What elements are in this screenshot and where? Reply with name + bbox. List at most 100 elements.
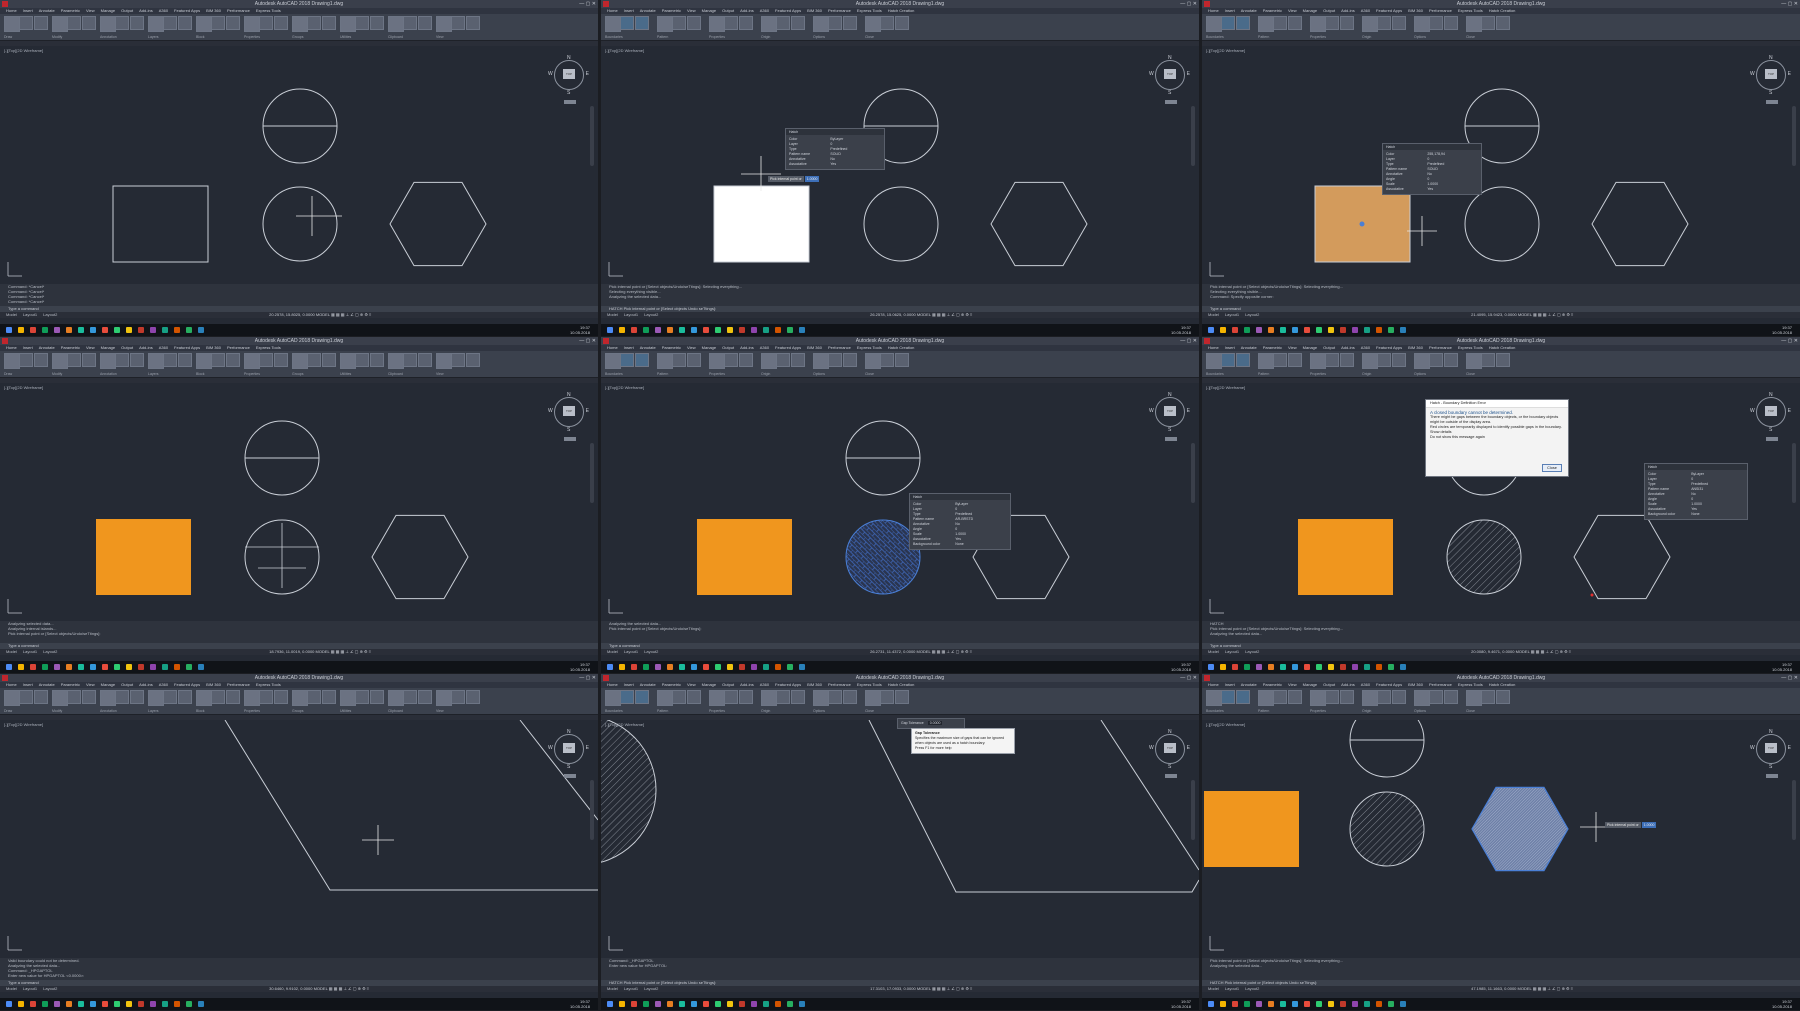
viewcube[interactable]: N S W E TOP	[1149, 392, 1190, 433]
viewcube-w[interactable]: W	[1149, 745, 1154, 751]
ribbon-tool-icon[interactable]	[292, 690, 308, 706]
ribbon-tool-icon[interactable]	[813, 16, 829, 32]
taskbar-app-icon[interactable]	[1388, 664, 1394, 670]
ribbon-tool-icon[interactable]	[1377, 690, 1391, 704]
layout-tab[interactable]: Layout1	[23, 986, 37, 991]
viewcube-s[interactable]: S	[1168, 764, 1171, 770]
ribbon-tool-icon[interactable]	[226, 16, 240, 30]
taskbar-app-icon[interactable]	[739, 1001, 745, 1007]
layout-tab[interactable]: Layout1	[624, 649, 638, 654]
taskbar-app-icon[interactable]	[78, 664, 84, 670]
ribbon-tab[interactable]: Insert	[1225, 8, 1235, 13]
ribbon-tool-icon[interactable]	[274, 16, 288, 30]
ribbon-tool-icon[interactable]	[292, 353, 308, 369]
taskbar-app-icon[interactable]	[619, 327, 625, 333]
ribbon-tool-icon[interactable]	[635, 16, 649, 30]
taskbar-app-icon[interactable]	[126, 327, 132, 333]
start-icon[interactable]	[607, 327, 613, 333]
ribbon-tool-icon[interactable]	[1392, 690, 1406, 704]
taskbar-app-icon[interactable]	[643, 664, 649, 670]
drawing-canvas[interactable]	[0, 383, 598, 621]
wcs-menu[interactable]	[1766, 100, 1778, 104]
ribbon-tab[interactable]: Manage	[1303, 345, 1317, 350]
ribbon-tool-icon[interactable]	[196, 353, 212, 369]
taskbar-app-icon[interactable]	[102, 664, 108, 670]
taskbar-app-icon[interactable]	[174, 1001, 180, 1007]
model-space-indicator[interactable]: MODEL ▦ ▦ ▦ ⊥ ∠ ▢ ⊕ ⚙ ≡	[314, 649, 372, 654]
viewcube-s[interactable]: S	[1769, 764, 1772, 770]
ribbon-tool-icon[interactable]	[451, 353, 465, 367]
ribbon-tab[interactable]: Express Tools	[857, 345, 882, 350]
drawing-viewport[interactable]: [-][Top][2D Wireframe] N S W E TOP Hatch Color B…	[1202, 383, 1800, 621]
taskbar-app-icon[interactable]	[186, 1001, 192, 1007]
viewcube-n[interactable]: N	[1168, 392, 1172, 398]
taskbar-app-icon[interactable]	[1280, 327, 1286, 333]
layout-tab[interactable]: Layout2	[1245, 986, 1259, 991]
ribbon-tool-icon[interactable]	[791, 353, 805, 367]
taskbar-app-icon[interactable]	[703, 664, 709, 670]
ribbon-tab[interactable]: Express Tools	[256, 8, 281, 13]
taskbar-app-icon[interactable]	[619, 664, 625, 670]
ribbon-tool-icon[interactable]	[1310, 353, 1326, 369]
taskbar-app-icon[interactable]	[1388, 327, 1394, 333]
taskbar-app-icon[interactable]	[90, 1001, 96, 1007]
viewcube-top[interactable]: TOP	[1164, 69, 1176, 79]
navigation-bar[interactable]	[1191, 443, 1195, 503]
taskbar-app-icon[interactable]	[763, 1001, 769, 1007]
ribbon-tool-icon[interactable]	[739, 353, 753, 367]
ribbon-tool-icon[interactable]	[1325, 690, 1339, 704]
property-row[interactable]: Associative Yes	[1386, 187, 1478, 192]
ribbon-tab[interactable]: A360	[760, 682, 769, 687]
layout-tab[interactable]: Model	[6, 986, 17, 991]
ribbon-tab[interactable]: Output	[121, 682, 133, 687]
ribbon-tab[interactable]: Output	[121, 345, 133, 350]
viewcube-e[interactable]: E	[586, 71, 589, 77]
system-clock[interactable]: 19:37 10.05.2018	[1772, 999, 1792, 1009]
ribbon-tool-icon[interactable]	[418, 690, 432, 704]
taskbar-app-icon[interactable]	[174, 664, 180, 670]
ribbon-tool-icon[interactable]	[635, 690, 649, 704]
ribbon-tool-icon[interactable]	[163, 353, 177, 367]
layout-tab[interactable]: Layout1	[1225, 649, 1239, 654]
taskbar-app-icon[interactable]	[78, 327, 84, 333]
ribbon-tool-icon[interactable]	[370, 690, 384, 704]
taskbar-app-icon[interactable]	[18, 1001, 24, 1007]
viewcube[interactable]: N S W E TOP	[1149, 729, 1190, 770]
ribbon-tool-icon[interactable]	[340, 690, 356, 706]
taskbar-app-icon[interactable]	[679, 1001, 685, 1007]
ribbon-tab[interactable]: Annotate	[640, 8, 656, 13]
model-space-indicator[interactable]: MODEL ▦ ▦ ▦ ⊥ ∠ ▢ ⊕ ⚙ ≡	[916, 312, 973, 317]
layout-tab[interactable]: Layout1	[23, 312, 37, 317]
ribbon-tool-icon[interactable]	[1466, 16, 1482, 32]
ribbon-tool-icon[interactable]	[100, 690, 116, 706]
ribbon-tool-icon[interactable]	[82, 353, 96, 367]
viewcube-e[interactable]: E	[1788, 408, 1791, 414]
drawing-canvas[interactable]	[0, 720, 598, 958]
taskbar-app-icon[interactable]	[1376, 664, 1382, 670]
viewport-label[interactable]: [-][Top][2D Wireframe]	[605, 722, 644, 727]
ribbon-tab[interactable]: Parametric	[61, 345, 80, 350]
quick-properties-palette[interactable]: Hatch Color ByLayer Layer 0 Type Predefined Pat…	[909, 493, 1011, 550]
ribbon-tool-icon[interactable]	[115, 690, 129, 704]
layout-tab[interactable]: Layout1	[624, 312, 638, 317]
ribbon-tool-icon[interactable]	[1221, 690, 1235, 704]
cursor-coordinates[interactable]: 20.0080, 9.4671, 0.0000	[1471, 649, 1514, 654]
taskbar-app-icon[interactable]	[799, 1001, 805, 1007]
taskbar-app-icon[interactable]	[42, 1001, 48, 1007]
taskbar-app-icon[interactable]	[1340, 664, 1346, 670]
layout-tab[interactable]: Layout1	[1225, 312, 1239, 317]
ribbon-tool-icon[interactable]	[828, 353, 842, 367]
system-clock[interactable]: 19:37 10.05.2018	[570, 325, 590, 335]
ribbon-tab[interactable]: Express Tools	[256, 682, 281, 687]
ribbon-tab[interactable]: Featured Apps	[1376, 8, 1402, 13]
ribbon-tool-icon[interactable]	[724, 353, 738, 367]
viewcube-s[interactable]: S	[1168, 427, 1171, 433]
viewcube-w[interactable]: W	[548, 745, 553, 751]
viewcube-top[interactable]: TOP	[1164, 743, 1176, 753]
ribbon-tool-icon[interactable]	[828, 16, 842, 30]
ribbon-tab[interactable]: A360	[159, 345, 168, 350]
quick-properties-palette[interactable]: Hatch Color ByLayer Layer 0 Type Predefined Pat…	[785, 128, 885, 170]
viewport-label[interactable]: [-][Top][2D Wireframe]	[1206, 48, 1245, 53]
ribbon-tab[interactable]: Featured Apps	[1376, 345, 1402, 350]
taskbar-app-icon[interactable]	[1376, 327, 1382, 333]
